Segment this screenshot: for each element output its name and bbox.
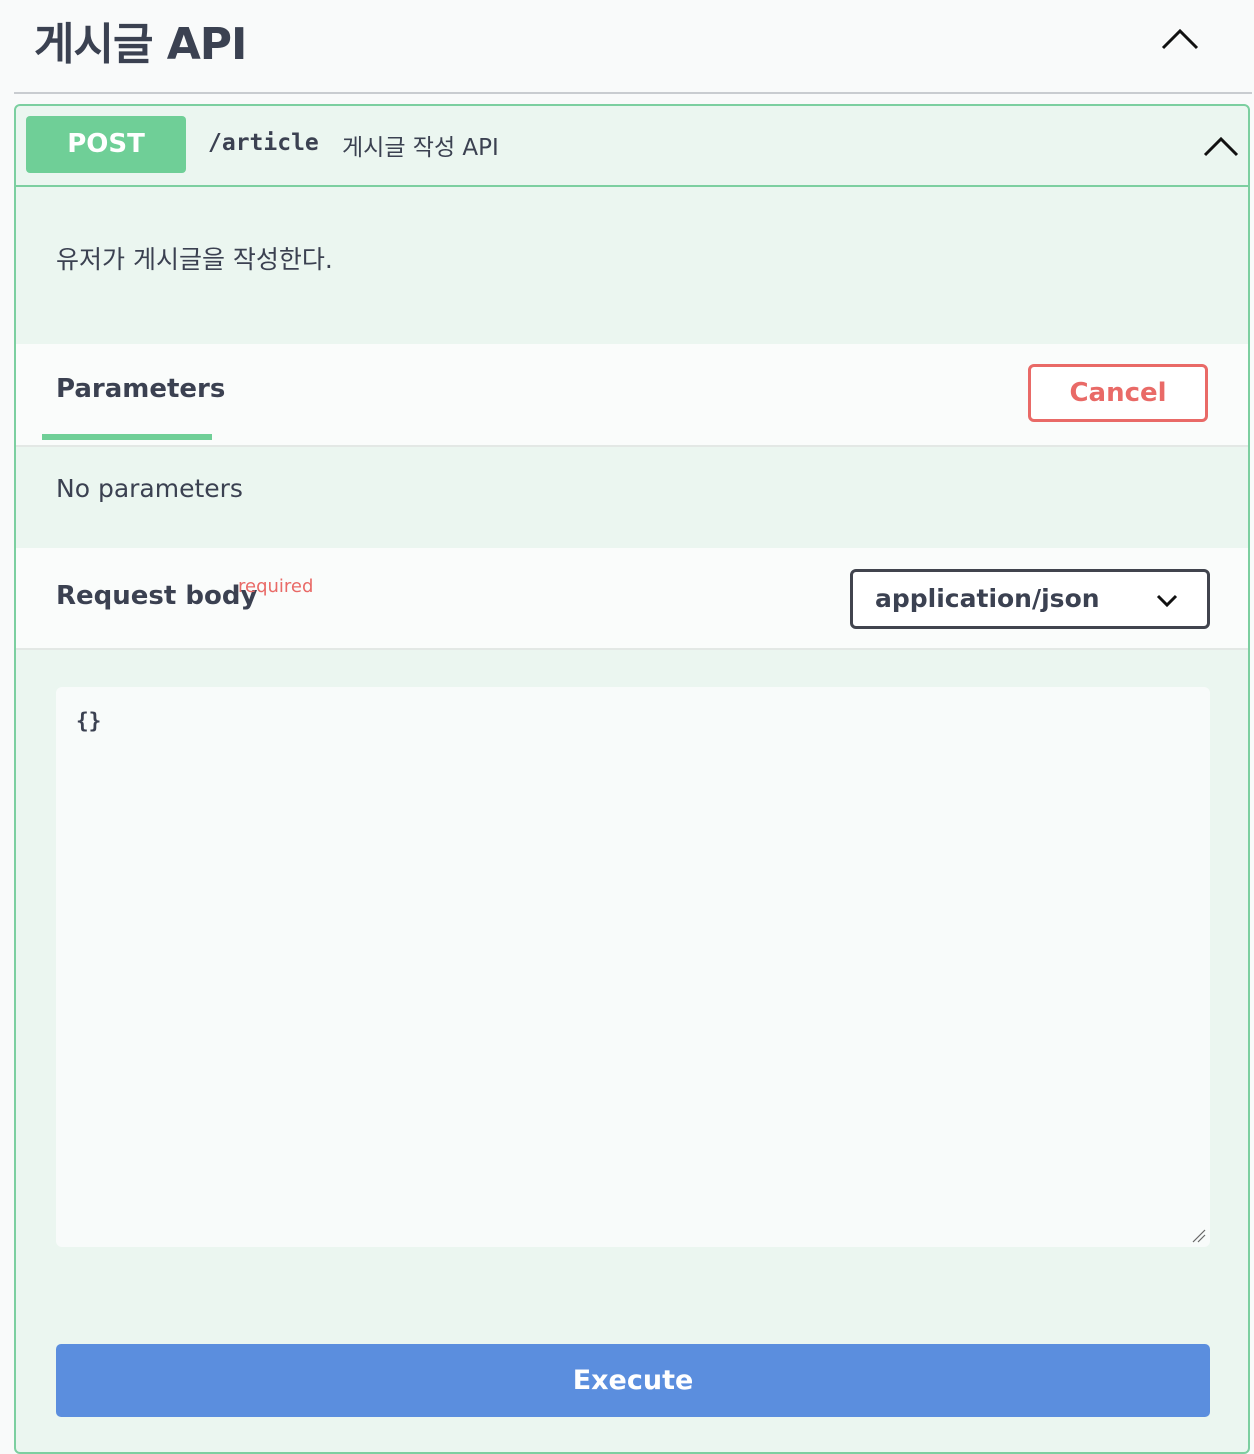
request-body-header: Request body required application/json — [16, 548, 1248, 650]
section-divider — [14, 92, 1252, 94]
section-header[interactable]: 게시글 API — [0, 0, 1254, 92]
execute-button[interactable]: Execute — [56, 1344, 1210, 1417]
chevron-up-icon[interactable] — [1160, 24, 1200, 54]
chevron-up-icon[interactable] — [1202, 132, 1240, 160]
request-body-text: {} — [76, 709, 102, 733]
operation-summary[interactable]: POST /article 게시글 작성 API — [16, 106, 1248, 187]
resize-handle-icon[interactable] — [1192, 1229, 1206, 1243]
operation-summary-text: 게시글 작성 API — [342, 135, 499, 161]
operation-block: POST /article 게시글 작성 API 유저가 게시글을 작성한다. … — [14, 104, 1250, 1454]
request-body-editor[interactable]: {} — [56, 687, 1210, 1247]
no-parameters-text: No parameters — [56, 474, 243, 503]
operation-description: 유저가 게시글을 작성한다. — [56, 245, 333, 274]
method-badge: POST — [26, 116, 186, 173]
section-title: 게시글 API — [34, 19, 247, 70]
content-type-select[interactable]: application/json — [850, 569, 1210, 629]
parameters-header: Parameters Cancel — [16, 344, 1248, 447]
tab-active-indicator — [42, 434, 212, 440]
cancel-button[interactable]: Cancel — [1028, 364, 1208, 422]
content-type-value: application/json — [875, 584, 1100, 613]
required-label: required — [238, 576, 314, 597]
chevron-down-icon — [1156, 594, 1178, 608]
request-body-title: Request body — [56, 581, 258, 611]
operation-path: /article — [208, 130, 319, 156]
tab-parameters[interactable]: Parameters — [56, 374, 225, 404]
